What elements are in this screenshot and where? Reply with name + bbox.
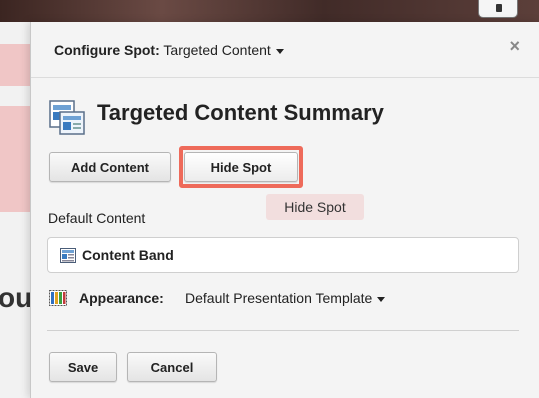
spot-type-selector[interactable]: Configure Spot: Targeted Content xyxy=(54,42,284,58)
screen: ou Configure Spot: Targeted Content × Ta… xyxy=(0,0,539,398)
appearance-label: Appearance: xyxy=(79,290,164,306)
targeted-content-icon xyxy=(49,100,85,135)
configure-spot-dialog: Configure Spot: Targeted Content × Targe… xyxy=(30,22,539,398)
summary-title: Targeted Content Summary xyxy=(97,100,384,125)
dialog-title-label: Configure Spot: xyxy=(54,42,160,58)
presentation-template-icon xyxy=(49,290,67,306)
dialog-header: Configure Spot: Targeted Content × xyxy=(31,22,539,78)
add-content-button[interactable]: Add Content xyxy=(49,152,171,182)
cancel-button[interactable]: Cancel xyxy=(127,352,217,382)
appearance-value: Default Presentation Template xyxy=(185,290,373,306)
hide-spot-tooltip: Hide Spot xyxy=(266,194,364,220)
close-icon[interactable]: × xyxy=(509,36,520,57)
lock-icon xyxy=(496,4,502,12)
chevron-down-icon xyxy=(377,296,386,302)
content-band-label: Content Band xyxy=(82,247,174,263)
appearance-selector[interactable]: Default Presentation Template xyxy=(185,290,386,306)
chevron-down-icon xyxy=(275,48,284,54)
hide-spot-button[interactable]: Hide Spot xyxy=(184,152,298,182)
default-content-label: Default Content xyxy=(48,210,146,226)
background-heading: ou xyxy=(0,282,33,313)
background-header xyxy=(0,0,539,22)
background-toolbar-button[interactable] xyxy=(478,0,518,18)
save-button[interactable]: Save xyxy=(49,352,117,382)
divider xyxy=(47,330,519,331)
spot-type-value: Targeted Content xyxy=(163,42,271,58)
content-band-icon xyxy=(60,248,76,263)
default-content-item[interactable]: Content Band xyxy=(47,237,519,273)
